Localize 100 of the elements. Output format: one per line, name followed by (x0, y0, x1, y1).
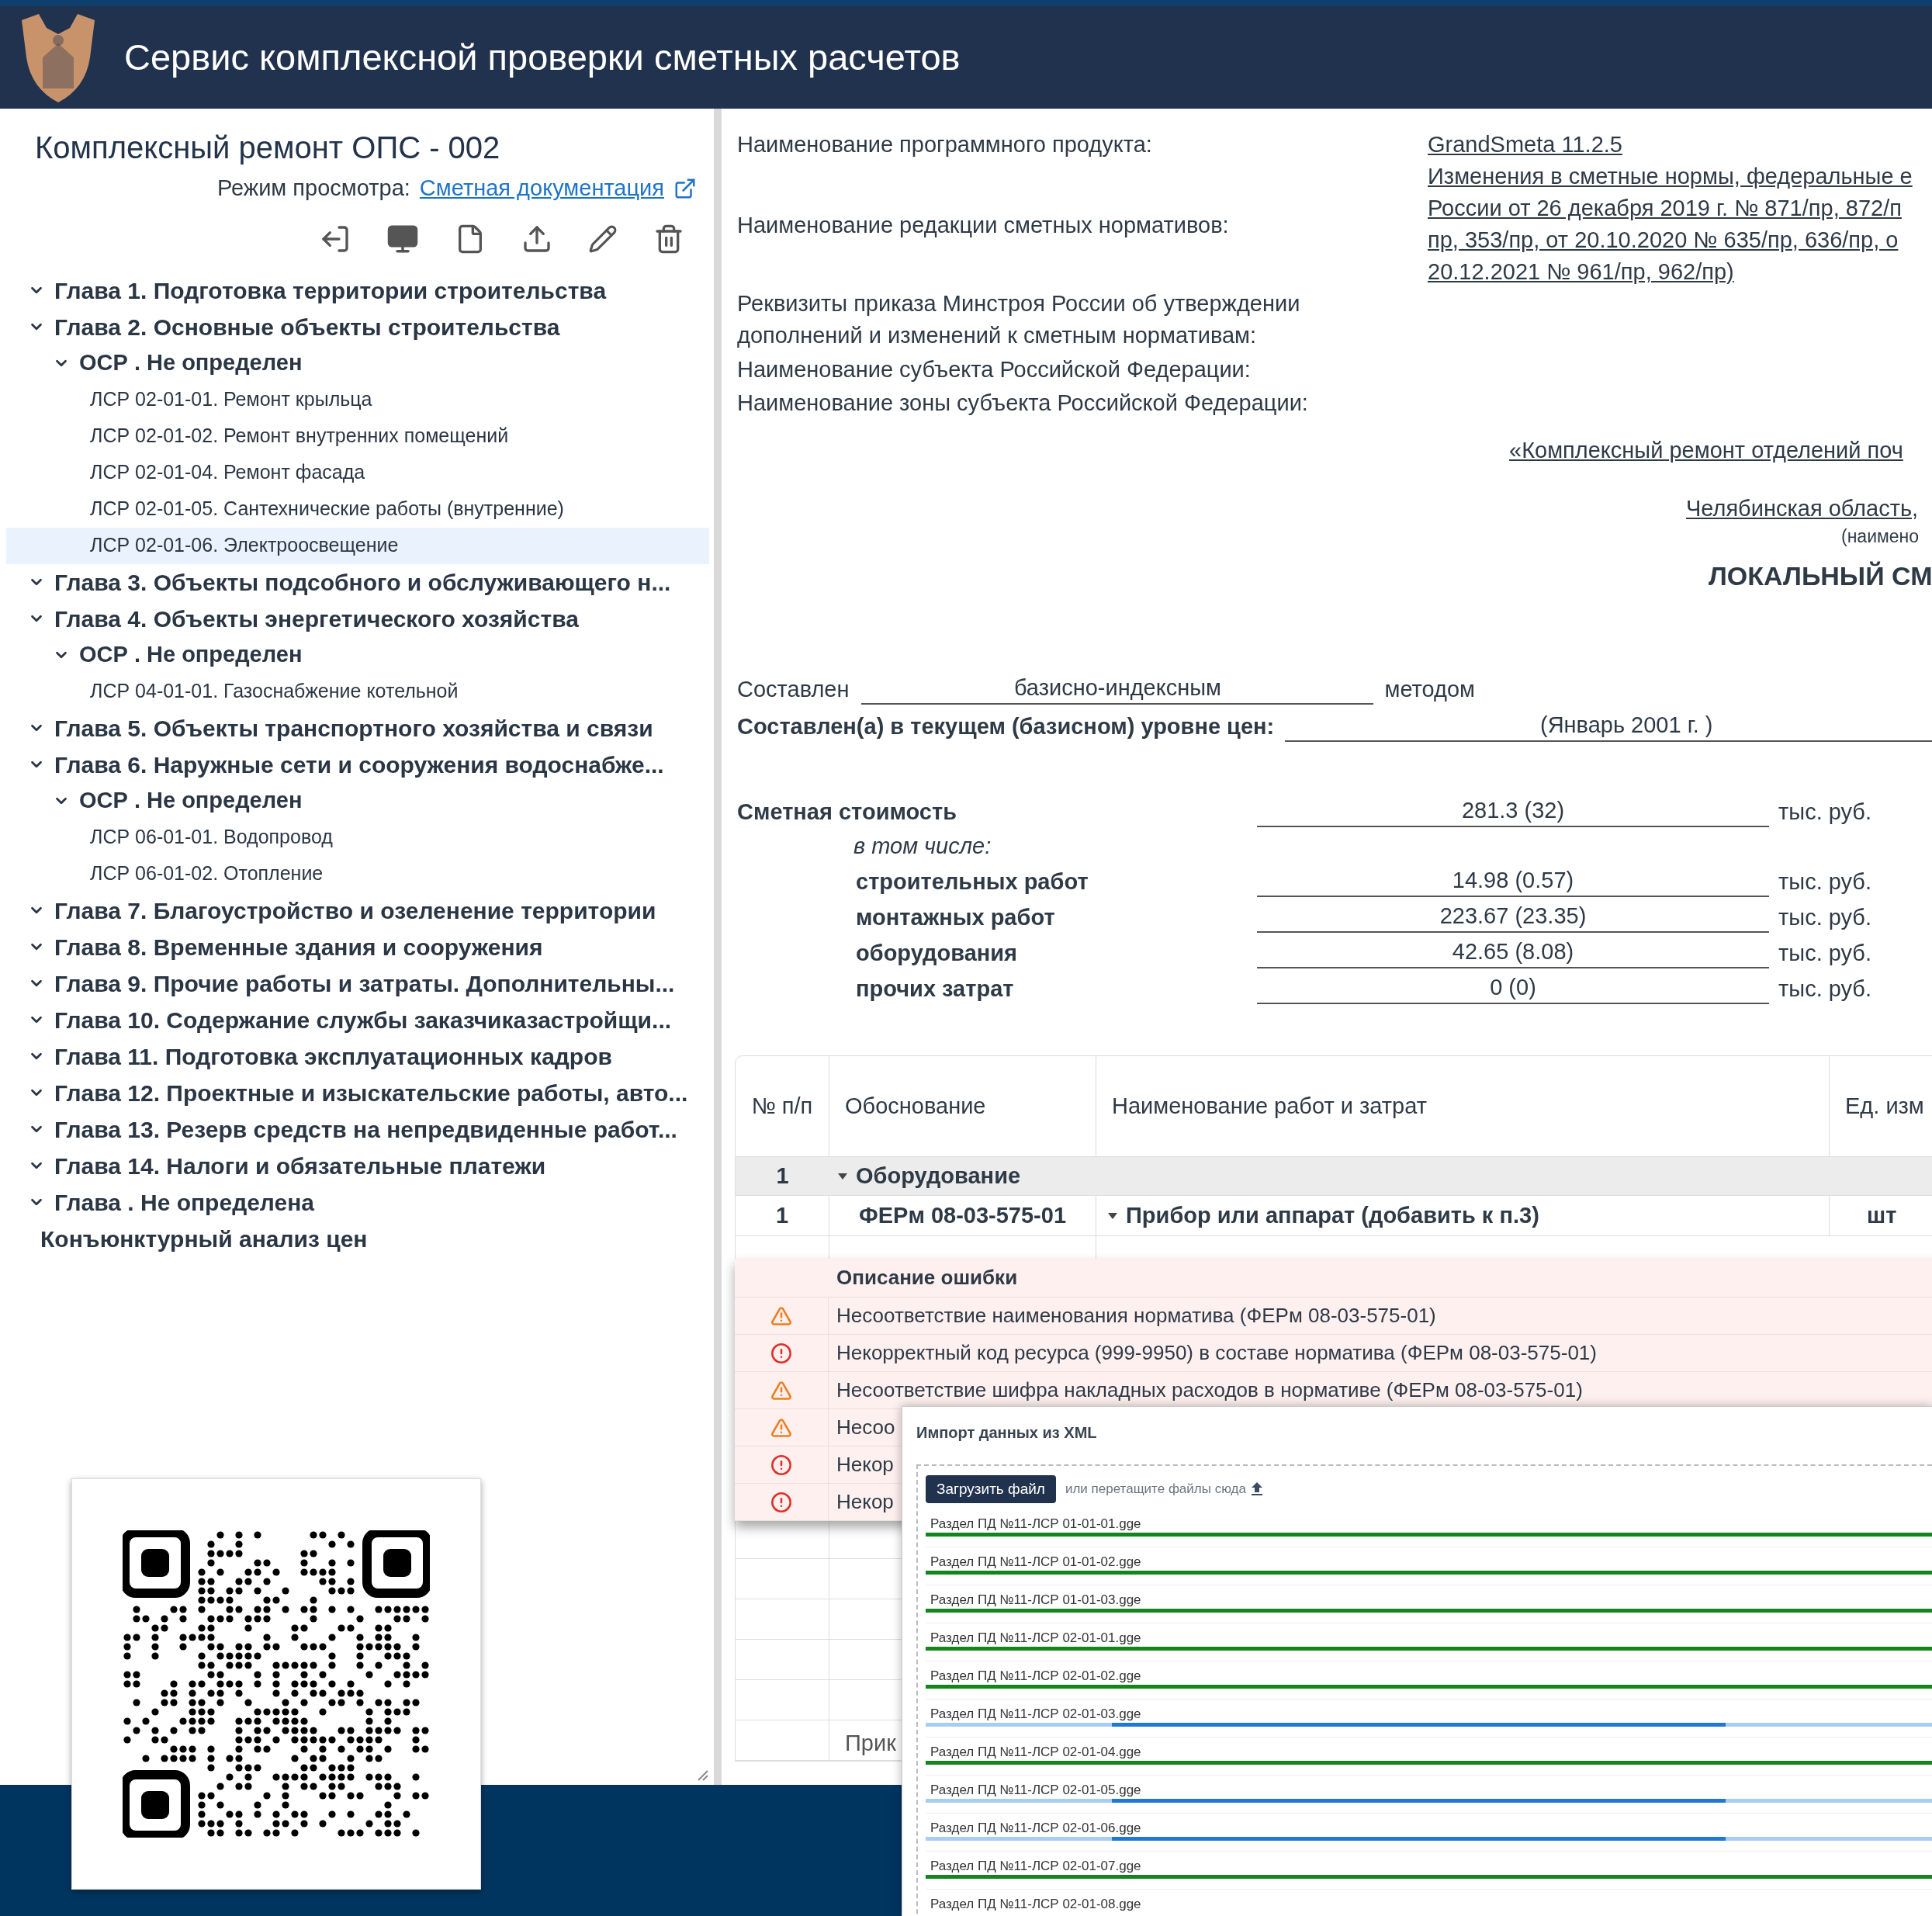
field-label: Наименование субъекта Российской Федерации: (737, 356, 1252, 383)
error-text: Несоответствие наименования норматива (ФЕРм 08-03-575-01) (836, 1303, 1436, 1329)
upload-file-button[interactable]: Загрузить файл (926, 1475, 1056, 1503)
tree-item[interactable]: ЛСР 04-01-01. Газоснабжение котельной (6, 673, 709, 710)
table-cell[interactable]: Прибор или аппарат (добавить к п.3) (1096, 1196, 1830, 1235)
external-link-icon[interactable] (673, 176, 697, 200)
document-title: ЛОКАЛЬНЫЙ СМ (1709, 560, 1932, 592)
tree-item[interactable]: ЛСР 02-01-02. Ремонт внутренних помещений (6, 418, 709, 455)
dialog-title: Импорт данных из XML (916, 1423, 1098, 1443)
table-cell: 1 (736, 1196, 829, 1235)
table-cell-text: Прик (845, 1729, 896, 1757)
tree-item[interactable]: Глава 8. Временные здания и сооружения (6, 928, 709, 965)
file-name: Раздел ПД №11-ЛСР 02-01-03.gge (930, 1706, 1142, 1723)
file-name: Раздел ПД №11-ЛСР 01-01-01.gge (930, 1516, 1142, 1533)
view-mode-label: Режим просмотра: (216, 175, 410, 202)
file-name: Раздел ПД №11-ЛСР 02-01-06.gge (930, 1820, 1142, 1837)
tree-item[interactable]: ОСР . Не определен (6, 345, 709, 382)
tree-item[interactable]: Глава 4. Объекты энергетического хозяйства (6, 600, 709, 637)
method-value: базисно-индексным (861, 672, 1374, 705)
column-header: Наименование работ и затрат (1096, 1056, 1830, 1156)
field-label: Наименование зоны субъекта Российской Федерации: (737, 390, 1309, 417)
region-caption: (наимено (1841, 525, 1920, 548)
cost-item-label: прочих затрат (855, 975, 1015, 1003)
cost-item-value: 223.67 (23.35) (1257, 900, 1769, 933)
tree-item[interactable]: ОСР . Не определен (6, 636, 709, 674)
cost-item-label: монтажных работ (855, 904, 1056, 931)
tree-item[interactable]: Глава 13. Резерв средств на непредвиденные работ... (6, 1110, 709, 1148)
file-name: Раздел ПД №11-ЛСР 02-01-07.gge (930, 1858, 1142, 1875)
error-header: Описание ошибки (836, 1265, 1018, 1291)
table-cell: ФЕРм 08-03-575-01 (829, 1196, 1096, 1235)
file-name: Раздел ПД №11-ЛСР 02-01-04.gge (930, 1744, 1142, 1761)
method-label: Составлен (737, 676, 850, 703)
tree-item[interactable]: Глава 6. Наружные сети и сооружения водоснабже... (6, 746, 709, 783)
view-mode-link[interactable]: Сметная документация (419, 172, 664, 206)
object-name-value: «Комплексный ремонт отделений поч (1509, 437, 1904, 464)
cost-item-unit: тыс. руб. (1778, 904, 1872, 931)
file-name: Раздел ПД №11-ЛСР 01-01-03.gge (930, 1592, 1142, 1609)
tree-item[interactable]: Глава 9. Прочие работы и затраты. Дополнительны... (6, 965, 709, 1002)
field-label: Реквизиты приказа Минстроя России об утверждении дополнений и изменений к сметным нормативам: (737, 290, 1301, 349)
tree-item[interactable]: Глава . Не определена (6, 1183, 709, 1221)
cost-item-unit: тыс. руб. (1778, 940, 1872, 967)
drop-hint: или перетащите файлы сюда (1065, 1481, 1246, 1498)
file-name: Раздел ПД №11-ЛСР 02-01-08.gge (930, 1896, 1142, 1913)
tree-item[interactable]: Глава 10. Содержание службы заказчиказастройщи... (6, 1001, 709, 1038)
cost-value: 281.3 (32) (1257, 795, 1769, 827)
method-suffix: методом (1384, 676, 1475, 703)
tree-item[interactable]: Глава 2. Основные объекты строительства (6, 308, 709, 345)
field-label: Наименование редакции сметных нормативов: (737, 212, 1230, 239)
tree-item[interactable]: Глава 1. Подготовка территории строительства (6, 272, 709, 309)
edit-icon[interactable] (588, 223, 618, 254)
column-header: Ед. изм (1830, 1056, 1932, 1156)
norms-edition-value: 20.12.2021 № 961/пр, 962/пр) (1428, 258, 1735, 286)
price-level-value: (Январь 2001 г. ) (1285, 709, 1932, 742)
tree-item[interactable]: ЛСР 06-01-02. Отопление (6, 855, 709, 892)
tree-item[interactable]: Глава 7. Благоустройство и озеленение территории (6, 892, 709, 929)
norms-edition-value: пр, 353/пр, от 20.10.2020 № 635/пр, 636/пр, о (1428, 227, 1899, 254)
tree-item[interactable]: ЛСР 02-01-05. Сантехнические работы (внутренние) (6, 490, 709, 528)
file-name: Раздел ПД №11-ЛСР 02-01-02.gge (930, 1668, 1142, 1685)
tree-item[interactable]: Глава 12. Проектные и изыскательские работы, авто... (6, 1074, 709, 1111)
tree-item[interactable]: ОСР . Не определен (6, 782, 709, 819)
error-text: Некор (836, 1452, 894, 1478)
cost-item-value: 42.65 (8.08) (1257, 936, 1769, 968)
tree-item[interactable]: Глава 14. Налоги и обязательные платежи (6, 1147, 709, 1184)
tree-item[interactable]: Глава 3. Объекты подсобного и обслуживающего н... (6, 563, 709, 601)
cost-item-label: оборудования (855, 940, 1019, 967)
error-text: Несоответствие шифра накладных расходов в нормативе (ФЕРм 08-03-575-01) (836, 1377, 1583, 1403)
region-value: Челябинская область, (1686, 495, 1920, 522)
tree-item[interactable]: Глава 11. Подготовка эксплуатационных кадров (6, 1038, 709, 1075)
tree-item[interactable]: ЛСР 02-01-01. Ремонт крыльца (6, 381, 709, 418)
tree-item[interactable]: ЛСР 02-01-04. Ремонт фасада (6, 454, 709, 491)
cost-unit: тыс. руб. (1778, 799, 1872, 826)
tree-item[interactable]: ЛСР 06-01-01. Водопровод (6, 819, 709, 856)
file-name: Раздел ПД №11-ЛСР 02-01-05.gge (930, 1782, 1142, 1799)
cost-item-value: 14.98 (0.57) (1257, 864, 1769, 897)
tree-item[interactable]: ЛСР 02-01-06. Электроосвещение (6, 527, 709, 564)
tree-item[interactable]: Глава 5. Объекты транспортного хозяйства и связи (6, 709, 709, 747)
tree-item[interactable]: Конъюнктурный анализ цен (6, 1220, 709, 1257)
cost-item-label: строительных работ (855, 868, 1089, 896)
project-title: Комплексный ремонт ОПС - 002 (34, 130, 501, 166)
cost-label: Сметная стоимость (737, 799, 958, 826)
error-text: Несоо (836, 1415, 895, 1440)
cost-item-unit: тыс. руб. (1778, 868, 1872, 896)
field-label: Наименование программного продукта: (737, 131, 1153, 158)
app-title: Сервис комплексной проверки сметных расчетов (124, 35, 961, 79)
table-cell-text: шт (1866, 1201, 1898, 1229)
column-header: Обоснование (829, 1056, 1096, 1156)
table-cell-text: 1 (775, 1162, 790, 1190)
file-name: Раздел ПД №11-ЛСР 02-01-01.gge (930, 1630, 1142, 1647)
including-label: в том числе: (853, 833, 992, 860)
error-text: Некор (836, 1489, 894, 1515)
price-level-label: Составлен(а) в текущем (базисном) уровне цен: (737, 713, 1275, 740)
norms-edition-value: России от 26 декабря 2019 г. № 871/пр, 872/п (1428, 195, 1903, 222)
error-text: Некорректный код ресурса (999-9950) в составе норматива (ФЕРм 08-03-575-01) (836, 1340, 1597, 1366)
software-value: GrandSmeta 11.2.5 (1428, 131, 1623, 158)
file-name: Раздел ПД №11-ЛСР 01-01-02.gge (930, 1554, 1142, 1571)
norms-edition-value: Изменения в сметные нормы, федеральные е (1428, 163, 1913, 190)
column-header: № п/п (736, 1056, 829, 1156)
cost-item-unit: тыс. руб. (1778, 975, 1872, 1003)
cost-item-value: 0 (0) (1257, 972, 1769, 1004)
group-row-title[interactable]: Оборудование (829, 1157, 1021, 1195)
